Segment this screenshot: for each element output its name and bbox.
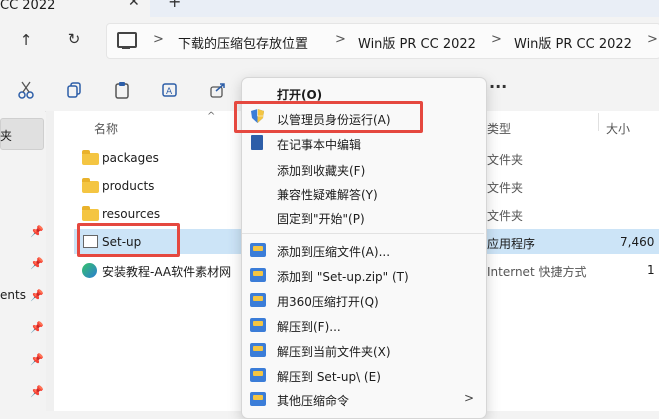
archive-icon [250, 392, 266, 406]
up-arrow-icon[interactable]: ↑ [15, 31, 37, 49]
more-options-icon[interactable]: ··· [489, 77, 507, 96]
pin-icon: 📌 [30, 321, 44, 334]
sidebar-item-label: 夹 [0, 129, 13, 143]
menu-item-extract-folder[interactable]: 解压到 Set-up\ (E) [277, 368, 381, 385]
menu-item-open-360[interactable]: 用360压缩打开(Q) [277, 293, 379, 310]
file-type: Internet 快捷方式 [487, 265, 587, 279]
close-icon[interactable]: ✕ [128, 0, 140, 10]
svg-text:A: A [166, 87, 173, 97]
menu-item-add-zip[interactable]: 添加到 "Set-up.zip" (T) [277, 268, 409, 285]
column-header-type[interactable]: 类型 [487, 120, 511, 137]
file-name[interactable]: packages [102, 151, 159, 165]
breadcrumb-item[interactable]: Win版 PR CC 2022 [514, 33, 632, 52]
file-type: 文件夹 [487, 153, 524, 167]
breadcrumb-separator: > [335, 32, 346, 47]
menu-item-edit-notepad[interactable]: 在记事本中编辑 [277, 136, 361, 153]
archive-icon [250, 368, 266, 382]
refresh-icon[interactable]: ↻ [63, 30, 85, 48]
menu-item-add-favorites[interactable]: 添加到收藏夹(F) [277, 162, 365, 179]
copy-icon[interactable] [64, 81, 84, 99]
file-type: 文件夹 [487, 181, 524, 195]
pin-icon: 📌 [30, 257, 44, 270]
folder-icon [82, 150, 99, 165]
monitor-icon [117, 32, 137, 48]
column-header-name[interactable]: 名称 [94, 120, 118, 137]
folder-icon [82, 178, 99, 193]
tab-title: CC 2022 [0, 0, 56, 13]
submenu-arrow-icon: > [464, 391, 475, 405]
archive-icon [250, 343, 266, 357]
file-size: 7,460 K [620, 235, 659, 249]
sidebar-item-label: ents [0, 288, 26, 302]
highlight-box [234, 101, 423, 133]
archive-icon [250, 268, 266, 282]
archive-icon [250, 243, 266, 257]
file-type: 应用程序 [487, 237, 536, 251]
breadcrumb-separator: > [153, 32, 164, 47]
file-size: 1 K [647, 263, 659, 277]
notepad-icon [251, 135, 263, 150]
breadcrumb-item[interactable]: 下载的压缩包存放位置 [178, 33, 308, 52]
menu-item-extract-to[interactable]: 解压到(F)... [277, 318, 341, 335]
sort-arrow-icon: ^ [207, 111, 216, 122]
rename-icon[interactable]: A [160, 81, 180, 99]
breadcrumb-separator: > [647, 32, 658, 47]
menu-item-add-archive[interactable]: 添加到压缩文件(A)... [277, 243, 390, 260]
paste-icon[interactable] [112, 81, 132, 99]
menu-item-pin-start[interactable]: 固定到"开始"(P) [277, 210, 365, 227]
share-icon[interactable] [208, 81, 228, 99]
menu-separator [242, 233, 484, 234]
edge-shortcut-icon [82, 263, 97, 278]
file-name[interactable]: 安装教程-AA软件素材网 [102, 263, 231, 280]
menu-item-troubleshoot[interactable]: 兼容性疑难解答(Y) [277, 186, 378, 203]
column-header-size[interactable]: 大小 [606, 120, 630, 137]
pin-icon: 📌 [30, 353, 44, 366]
new-tab-icon[interactable]: + [168, 0, 181, 11]
archive-icon [250, 293, 266, 307]
column-divider [598, 113, 599, 131]
folder-icon [82, 206, 99, 221]
breadcrumb-separator: > [491, 32, 502, 47]
pin-icon: 📌 [30, 225, 44, 238]
monitor-stand [122, 47, 130, 49]
sidebar-scrollbar[interactable] [46, 111, 54, 411]
file-name[interactable]: resources [102, 207, 160, 221]
file-name[interactable]: products [102, 179, 154, 193]
menu-item-more-archive[interactable]: 其他压缩命令 [277, 392, 349, 409]
archive-icon [250, 318, 266, 332]
pin-icon: 📌 [30, 289, 44, 302]
highlight-box [77, 223, 180, 257]
pin-icon: 📌 [30, 385, 44, 398]
file-type: 文件夹 [487, 209, 524, 223]
breadcrumb-item[interactable]: Win版 PR CC 2022 [358, 33, 476, 52]
menu-item-extract-here[interactable]: 解压到当前文件夹(X) [277, 343, 391, 360]
cut-icon[interactable] [16, 81, 36, 99]
